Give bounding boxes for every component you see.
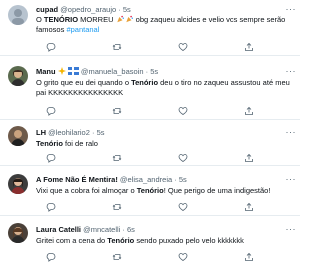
share-icon[interactable] bbox=[244, 153, 254, 163]
sparkle-icon bbox=[57, 67, 66, 75]
reply-icon[interactable] bbox=[46, 106, 56, 116]
like-icon[interactable] bbox=[178, 106, 188, 116]
timestamp[interactable]: · 5s bbox=[174, 175, 187, 184]
hashtag-link[interactable]: #pantanal bbox=[66, 25, 99, 34]
more-icon[interactable]: ··· bbox=[286, 66, 297, 76]
tweet-actions bbox=[46, 42, 276, 52]
retweet-icon[interactable] bbox=[112, 153, 122, 163]
tweet-4[interactable]: A Fome Não É Mentira! @elisa_andreia · 5… bbox=[0, 166, 300, 216]
share-icon[interactable] bbox=[244, 106, 254, 116]
avatar[interactable] bbox=[8, 66, 28, 86]
handle[interactable]: @opedro_araujo bbox=[60, 5, 116, 14]
tweet-text: Tenório foi de ralo bbox=[36, 139, 98, 148]
tweet-5[interactable]: Laura Catelli @mncatelli · 6s ··· Gritei… bbox=[0, 216, 300, 265]
party-popper-icon bbox=[125, 15, 133, 23]
handle[interactable]: @mncatelli bbox=[83, 225, 120, 234]
display-name[interactable]: A Fome Não É Mentira! bbox=[36, 175, 118, 184]
avatar[interactable] bbox=[8, 223, 28, 243]
tweet-actions bbox=[46, 106, 276, 116]
tweet-header: A Fome Não É Mentira! @elisa_andreia · 5… bbox=[36, 175, 292, 185]
reply-icon[interactable] bbox=[46, 202, 56, 212]
retweet-icon[interactable] bbox=[112, 202, 122, 212]
timestamp[interactable]: · 6s bbox=[122, 225, 135, 234]
display-name[interactable]: cupad bbox=[36, 5, 58, 14]
tweet-1[interactable]: cupad @opedro_araujo · 5s ··· O TENÓRIO … bbox=[0, 0, 300, 56]
tweet-header: Laura Catelli @mncatelli · 6s bbox=[36, 225, 292, 235]
tweet-actions bbox=[46, 153, 276, 163]
tweet-text: O grito que eu dei quando o Tenório deu … bbox=[36, 78, 290, 97]
tweet-text: Gritei com a cena do Tenório sendo puxad… bbox=[36, 236, 244, 245]
tweet-actions bbox=[46, 202, 276, 212]
avatar[interactable] bbox=[8, 174, 28, 194]
share-icon[interactable] bbox=[244, 42, 254, 52]
timestamp[interactable]: · 5s bbox=[118, 5, 131, 14]
tweet-2[interactable]: Manu @manuela_basoin · 5s ··· O grito qu… bbox=[0, 56, 300, 120]
retweet-icon[interactable] bbox=[112, 106, 122, 116]
share-icon[interactable] bbox=[244, 202, 254, 212]
tweet-3[interactable]: LH @leohilario2 · 5s ··· Tenório foi de … bbox=[0, 120, 300, 166]
display-name[interactable]: LH bbox=[36, 128, 46, 137]
avatar[interactable] bbox=[8, 5, 28, 25]
reply-icon[interactable] bbox=[46, 252, 56, 262]
handle[interactable]: @leohilario2 bbox=[48, 128, 90, 137]
tweet-header: cupad @opedro_araujo · 5s bbox=[36, 5, 292, 15]
timestamp[interactable]: · 5s bbox=[92, 128, 105, 137]
more-icon[interactable]: ··· bbox=[286, 127, 297, 137]
reply-icon[interactable] bbox=[46, 42, 56, 52]
like-icon[interactable] bbox=[178, 153, 188, 163]
tweet-text: Vixi que a cobra foi almoçar o Tenório! … bbox=[36, 186, 271, 195]
like-icon[interactable] bbox=[178, 42, 188, 52]
handle[interactable]: @elisa_andreia bbox=[120, 175, 172, 184]
tweet-actions bbox=[46, 252, 276, 262]
tweet-header: Manu @manuela_basoin · 5s bbox=[36, 67, 292, 77]
tweet-text: O TENÓRIO MORREU obg zaqueu alcides e ve… bbox=[36, 15, 286, 34]
share-icon[interactable] bbox=[244, 252, 254, 262]
reply-icon[interactable] bbox=[46, 153, 56, 163]
more-icon[interactable]: ··· bbox=[286, 4, 297, 14]
retweet-icon[interactable] bbox=[112, 252, 122, 262]
like-icon[interactable] bbox=[178, 252, 188, 262]
like-icon[interactable] bbox=[178, 202, 188, 212]
timestamp[interactable]: · 5s bbox=[146, 67, 159, 76]
retweet-icon[interactable] bbox=[112, 42, 122, 52]
more-icon[interactable]: ··· bbox=[286, 174, 297, 184]
handle[interactable]: @manuela_basoin bbox=[81, 67, 144, 76]
display-name[interactable]: Manu bbox=[36, 67, 56, 76]
display-name[interactable]: Laura Catelli bbox=[36, 225, 81, 234]
avatar[interactable] bbox=[8, 126, 28, 146]
more-icon[interactable]: ··· bbox=[286, 224, 297, 234]
flag-icon bbox=[67, 67, 79, 75]
tweet-header: LH @leohilario2 · 5s bbox=[36, 128, 292, 138]
party-popper-icon bbox=[116, 15, 124, 23]
